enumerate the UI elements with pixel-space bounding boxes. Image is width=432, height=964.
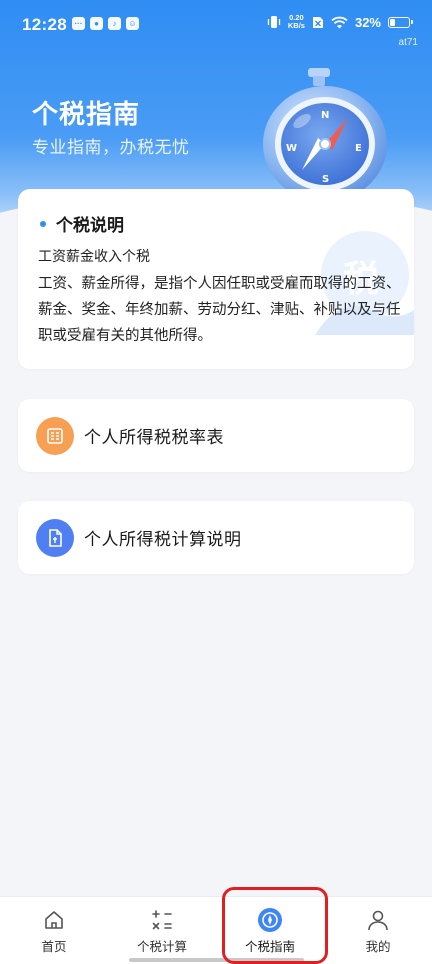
vibrate-icon — [267, 16, 281, 28]
device-watermark: at71 — [398, 37, 418, 48]
info-subtitle: 工资薪金收入个税 — [38, 249, 150, 265]
nav-mine[interactable]: 我的 — [324, 897, 432, 964]
svg-text:W: W — [286, 143, 297, 154]
sim-off-icon — [312, 17, 323, 28]
nav-home-label: 首页 — [41, 939, 67, 954]
table-icon — [36, 416, 74, 455]
status-time: 12:28 — [22, 15, 67, 34]
status-bar: 12:28 ··· ● ♪ ☺ 0.20 KB/s 32% at71 — [0, 0, 432, 52]
home-icon — [41, 907, 67, 933]
tiktok-icon: ♪ — [108, 17, 121, 30]
bottom-nav: 首页 个税计算 个税指南 我的 — [0, 896, 432, 964]
message-app-icon: ··· — [72, 17, 85, 30]
battery-level — [390, 18, 396, 26]
calc-guide-label: 个人所得税计算说明 — [84, 530, 242, 550]
calc-guide-card[interactable]: 个人所得税计算说明 — [18, 501, 414, 574]
rate-table-label: 个人所得税税率表 — [84, 428, 224, 448]
svg-text:N: N — [321, 110, 329, 121]
calculator-icon — [149, 907, 175, 933]
tax-info-card: 税 个税说明 工资薪金收入个税 工资、薪金所得，是指个人因任职或受雇而取得的工资… — [18, 189, 414, 369]
notification-icons: ··· ● ♪ ☺ — [72, 17, 139, 30]
compass-illustration: N W E S — [263, 68, 387, 196]
battery-percent: 32% — [354, 14, 381, 30]
nav-home[interactable]: 首页 — [0, 897, 108, 964]
document-icon — [36, 518, 74, 557]
title-bullet — [40, 220, 46, 227]
nav-calculator[interactable]: 个税计算 — [108, 897, 216, 964]
home-indicator[interactable] — [129, 958, 304, 962]
network-speed: 0.20 KB/s — [288, 14, 305, 30]
info-title-row: 个税说明 — [40, 211, 124, 236]
info-body: 工资、薪金所得，是指个人因任职或受雇而取得的工资、薪金、奖金、年终加薪、劳动分红… — [38, 276, 401, 344]
svg-text:E: E — [355, 143, 362, 154]
rate-table-card[interactable]: 个人所得税税率表 — [18, 399, 414, 472]
nav-calculator-label: 个税计算 — [136, 939, 187, 954]
svg-text:S: S — [322, 174, 329, 185]
info-title: 个税说明 — [56, 216, 124, 236]
status-indicators: 0.20 KB/s 32% — [267, 14, 413, 30]
wifi-icon — [331, 16, 348, 28]
weibo-icon: ● — [90, 17, 103, 30]
user-icon — [365, 907, 391, 933]
assistant-app-icon: ☺ — [126, 17, 139, 30]
compass-icon — [257, 907, 283, 933]
battery-icon — [388, 16, 413, 28]
nav-guide[interactable]: 个税指南 — [216, 897, 324, 964]
nav-guide-label: 个税指南 — [244, 939, 295, 954]
net-speed-unit: KB/s — [287, 21, 305, 30]
page-subtitle: 专业指南，办税无忧 — [32, 138, 190, 158]
nav-mine-label: 我的 — [365, 939, 391, 954]
page-title: 个税指南 — [32, 100, 141, 130]
